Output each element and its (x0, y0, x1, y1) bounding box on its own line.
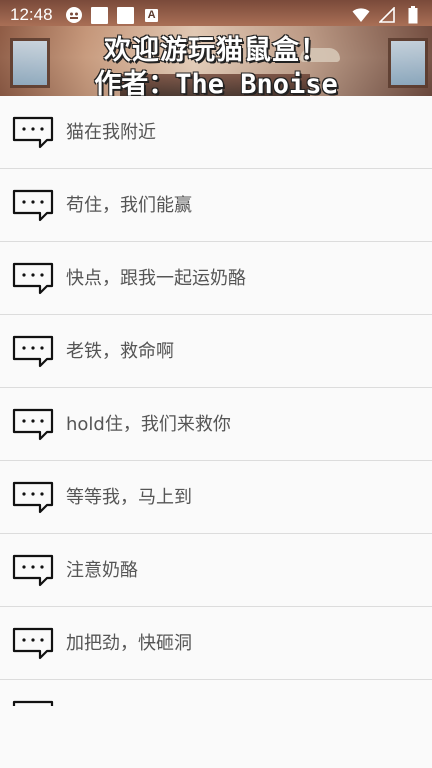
chat-bubble-icon (12, 116, 54, 149)
square-notification-icon (91, 6, 109, 24)
list-item-label: hold住，我们来救你 (66, 414, 231, 435)
list-item-label: 加把劲，快砸洞 (66, 633, 192, 654)
list-item[interactable]: 注意奶酪 (0, 534, 432, 607)
list-item-partial[interactable] (0, 680, 432, 706)
status-time: 12:48 (10, 5, 53, 24)
square-notification-icon (117, 6, 135, 24)
list-item-label: 快点，跟我一起运奶酪 (66, 268, 246, 289)
list-item[interactable]: 等等我，马上到 (0, 461, 432, 534)
status-bar: 12:48 A (0, 0, 432, 30)
list-item-label: 猫在我附近 (66, 122, 156, 143)
list-item[interactable]: 快点，跟我一起运奶酪 (0, 242, 432, 315)
battery-icon (404, 6, 422, 24)
chat-bubble-icon (12, 481, 54, 514)
list-item-label: 老铁，救命啊 (66, 341, 174, 362)
list-item-label: 注意奶酪 (66, 560, 138, 581)
chat-bubble-icon (12, 262, 54, 295)
list-item[interactable]: 老铁，救命啊 (0, 315, 432, 388)
quick-chat-list: 猫在我附近 苟住，我们能赢 快点，跟我一起运奶酪 老铁，救命啊 hold住，我们… (0, 96, 432, 706)
android-robot-icon (65, 6, 83, 24)
chat-bubble-icon (12, 700, 54, 706)
status-right (352, 6, 422, 24)
list-item[interactable]: 加把劲，快砸洞 (0, 607, 432, 680)
list-item-label: 等等我，马上到 (66, 487, 192, 508)
chat-bubble-icon (12, 335, 54, 368)
list-item[interactable]: 猫在我附近 (0, 96, 432, 169)
signal-icon (378, 6, 396, 24)
banner-author: 作者：The_Bnoise (94, 69, 338, 96)
wifi-icon (352, 6, 370, 24)
a-badge-icon: A (143, 6, 161, 24)
chat-bubble-icon (12, 554, 54, 587)
status-left: 12:48 A (10, 5, 161, 25)
chat-bubble-icon (12, 408, 54, 441)
list-item[interactable]: hold住，我们来救你 (0, 388, 432, 461)
chat-bubble-icon (12, 627, 54, 660)
chat-bubble-icon (12, 189, 54, 222)
list-item[interactable]: 苟住，我们能赢 (0, 169, 432, 242)
list-item-label: 苟住，我们能赢 (66, 195, 192, 216)
